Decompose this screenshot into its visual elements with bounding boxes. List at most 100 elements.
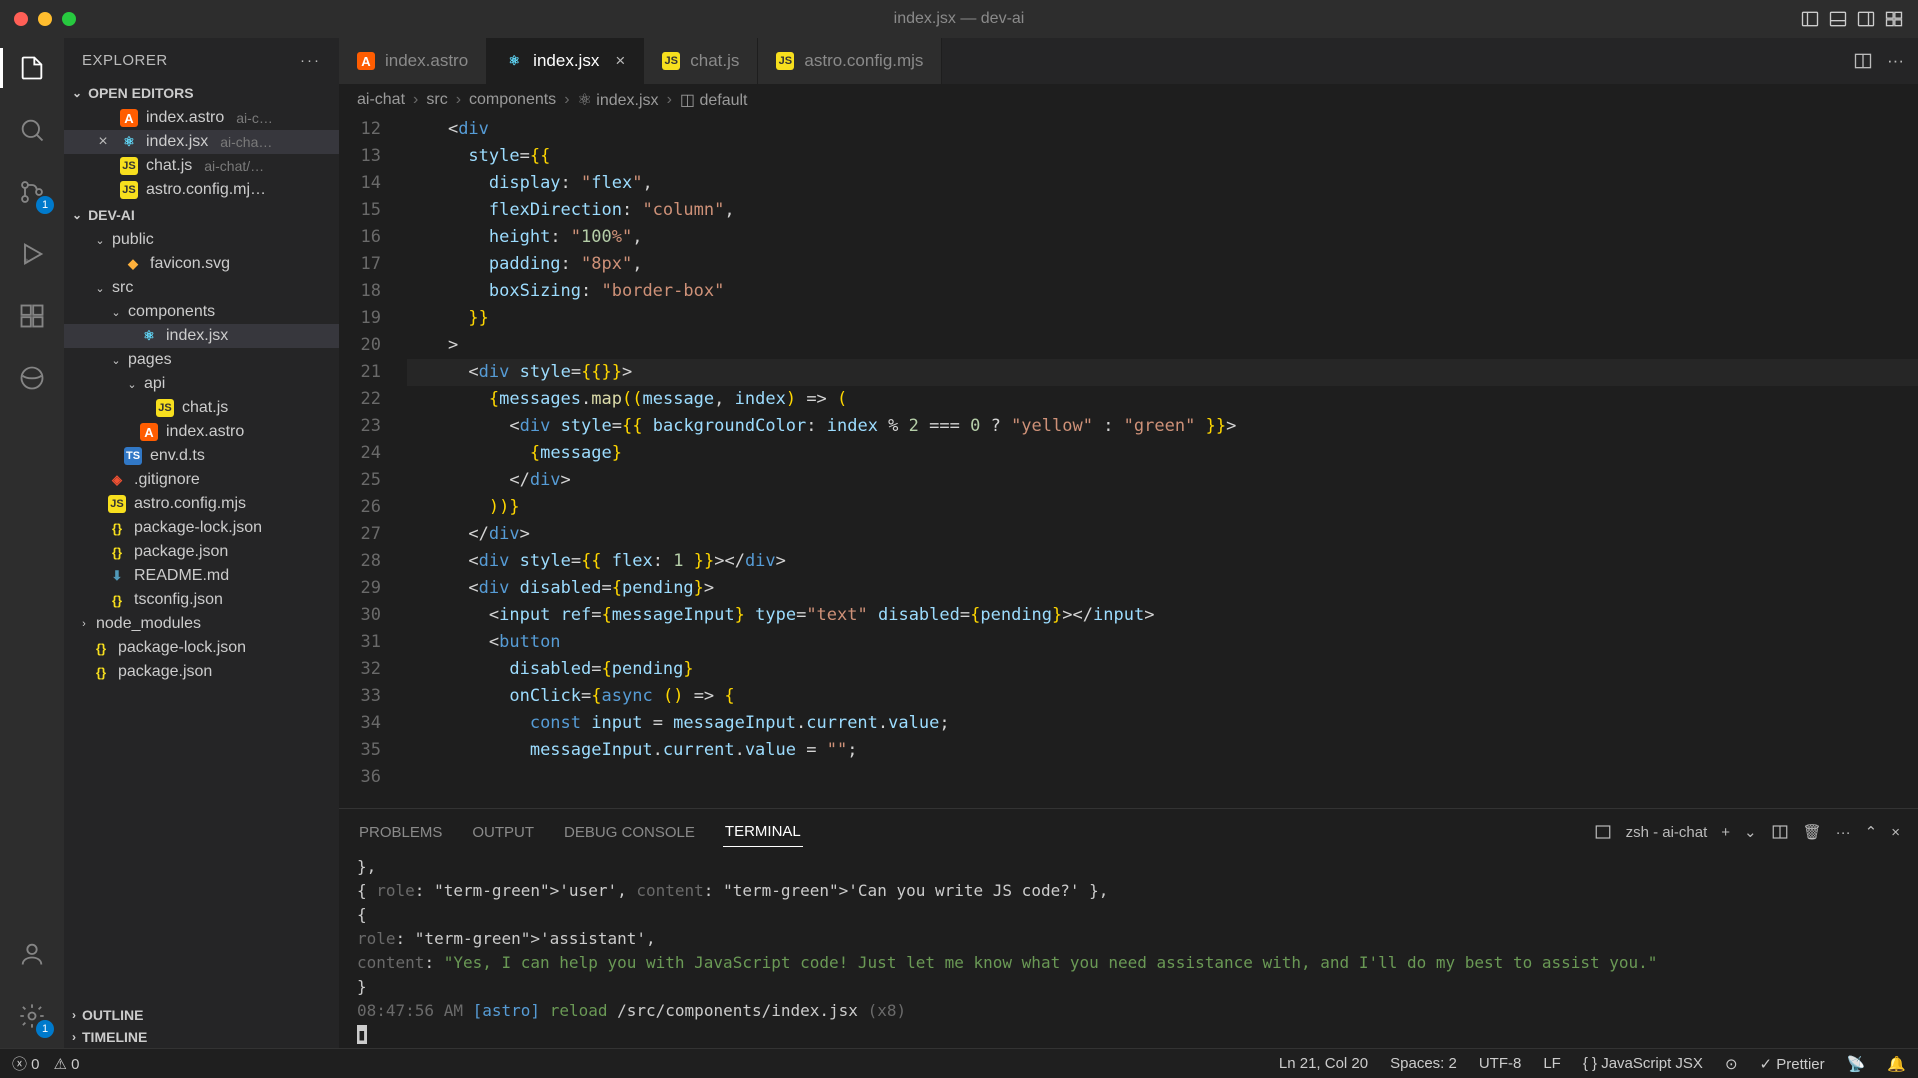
editor-tab[interactable]: JSchat.js (644, 38, 758, 84)
file-name: index.jsx (166, 327, 228, 345)
prettier-status[interactable]: ✓ Prettier (1760, 1055, 1825, 1073)
explorer-more-icon[interactable]: ··· (300, 52, 321, 69)
editor-tabs: Aindex.astro⚛index.jsx×JSchat.jsJSastro.… (339, 38, 1918, 84)
close-icon[interactable]: × (615, 51, 625, 71)
timeline-header[interactable]: › TIMELINE (64, 1026, 339, 1048)
breadcrumb-item[interactable]: ⚛ index.jsx (578, 90, 659, 110)
file-item[interactable]: ◆favicon.svg (64, 252, 339, 276)
editor-tab[interactable]: ⚛index.jsx× (487, 38, 644, 84)
chevron-down-icon[interactable]: ⌄ (1744, 823, 1757, 841)
file-item[interactable]: {}package.json (64, 660, 339, 684)
folder-item[interactable]: ⌄public (64, 228, 339, 252)
bottom-panel: PROBLEMS OUTPUT DEBUG CONSOLE TERMINAL zsh -… (339, 808, 1918, 1048)
minimize-window-icon[interactable] (38, 12, 52, 26)
folder-item[interactable]: ⌄api (64, 372, 339, 396)
close-window-icon[interactable] (14, 12, 28, 26)
folder-name: pages (128, 351, 172, 369)
breadcrumb-item[interactable]: ai-chat (357, 91, 405, 109)
breadcrumb-item[interactable]: components (469, 91, 556, 109)
folder-item[interactable]: ⌄ pages (64, 348, 339, 372)
maximize-panel-icon[interactable]: ⌃ (1865, 823, 1878, 841)
terminal-output[interactable]: }, { role: "term-green">'user', content:… (339, 847, 1918, 1048)
code-content[interactable]: <div style={{ display: "flex", flexDirec… (407, 116, 1918, 808)
file-item[interactable]: Aindex.astro (64, 420, 339, 444)
breadcrumb[interactable]: ai-chat›src›components›⚛ index.jsx›◫ def… (339, 84, 1918, 116)
breadcrumb-item[interactable]: src (426, 91, 447, 109)
layout-controls (1800, 9, 1904, 29)
open-editor-item[interactable]: JSchat.jsai-chat/… (64, 154, 339, 178)
file-item[interactable]: {}package.json (64, 540, 339, 564)
folder-item[interactable]: ⌄components (64, 300, 339, 324)
close-panel-icon[interactable]: × (1891, 824, 1900, 841)
project-header[interactable]: ⌄ DEV-AI (64, 204, 339, 226)
language-status[interactable]: { } JavaScript JSX (1583, 1055, 1703, 1072)
feedback-icon[interactable]: 📡 (1847, 1055, 1866, 1073)
settings-gear-icon[interactable]: 1 (14, 998, 50, 1034)
panel-tab-problems[interactable]: PROBLEMS (357, 818, 444, 847)
indent-status[interactable]: Spaces: 2 (1390, 1055, 1457, 1072)
file-item[interactable]: ⚛index.jsx (64, 324, 339, 348)
customize-layout-icon[interactable] (1884, 9, 1904, 29)
outline-header[interactable]: › OUTLINE (64, 1004, 339, 1026)
shell-label[interactable]: zsh - ai-chat (1626, 824, 1708, 841)
more-icon[interactable]: ··· (1836, 824, 1851, 841)
search-view-icon[interactable] (14, 112, 50, 148)
debug-view-icon[interactable] (14, 236, 50, 272)
file-name: package-lock.json (118, 639, 246, 657)
file-item[interactable]: TSenv.d.ts (64, 444, 339, 468)
bell-icon[interactable]: 🔔 (1887, 1055, 1906, 1073)
open-editor-item[interactable]: Aindex.astroai-c… (64, 106, 339, 130)
maximize-window-icon[interactable] (62, 12, 76, 26)
tab-label: astro.config.mjs (804, 51, 923, 71)
window-controls (14, 12, 76, 26)
new-terminal-icon[interactable]: + (1721, 824, 1730, 841)
file-item[interactable]: {}package-lock.json (64, 636, 339, 660)
file-name: index.astro (166, 423, 244, 441)
file-path: ai-cha… (220, 134, 272, 150)
file-item[interactable]: ◈.gitignore (64, 468, 339, 492)
edge-tools-icon[interactable] (14, 360, 50, 396)
window-title: index.jsx — dev-ai (894, 10, 1025, 28)
folder-item[interactable]: ⌄src (64, 276, 339, 300)
folder-item[interactable]: ›node_modules (64, 612, 339, 636)
open-editors-header[interactable]: ⌄ OPEN EDITORS (64, 82, 339, 104)
editor-tab[interactable]: JSastro.config.mjs (758, 38, 942, 84)
trash-icon[interactable]: 🗑 (1803, 823, 1822, 841)
panel-tab-debug-console[interactable]: DEBUG CONSOLE (562, 818, 697, 847)
breadcrumb-item[interactable]: ◫ default (680, 90, 748, 110)
file-item[interactable]: {}tsconfig.json (64, 588, 339, 612)
file-item[interactable]: ⬇README.md (64, 564, 339, 588)
errors-status[interactable]: ⓧ 0 (12, 1053, 40, 1074)
open-editor-item[interactable]: ×⚛index.jsxai-cha… (64, 130, 339, 154)
extensions-view-icon[interactable] (14, 298, 50, 334)
encoding-status[interactable]: UTF-8 (1479, 1055, 1522, 1072)
copilot-icon[interactable]: ⊙ (1725, 1055, 1738, 1073)
eol-status[interactable]: LF (1543, 1055, 1561, 1072)
toggle-panel-icon[interactable] (1828, 9, 1848, 29)
panel-tab-terminal[interactable]: TERMINAL (723, 817, 803, 847)
editor-tab[interactable]: Aindex.astro (339, 38, 487, 84)
close-icon[interactable]: × (96, 133, 110, 151)
cursor-position[interactable]: Ln 21, Col 20 (1279, 1055, 1368, 1072)
file-name: tsconfig.json (134, 591, 223, 609)
open-editors-list: Aindex.astroai-c…×⚛index.jsxai-cha…JScha… (64, 104, 339, 204)
file-item[interactable]: {}package-lock.json (64, 516, 339, 540)
split-editor-icon[interactable] (1853, 51, 1873, 71)
more-icon[interactable]: ··· (1887, 51, 1904, 71)
toggle-sidebar-icon[interactable] (1800, 9, 1820, 29)
file-name: README.md (134, 567, 229, 585)
warnings-status[interactable]: ⚠ 0 (54, 1055, 80, 1073)
chevron-down-icon: ⌄ (126, 378, 138, 391)
open-editor-item[interactable]: JSastro.config.mj… (64, 178, 339, 202)
accounts-icon[interactable] (14, 936, 50, 972)
file-item[interactable]: JSastro.config.mjs (64, 492, 339, 516)
code-editor[interactable]: 1213141516171819202122232425262728293031… (339, 116, 1918, 808)
explorer-view-icon[interactable] (14, 50, 50, 86)
scm-view-icon[interactable]: 1 (14, 174, 50, 210)
folder-name: src (112, 279, 133, 297)
split-terminal-icon[interactable] (1771, 823, 1789, 841)
toggle-secondary-icon[interactable] (1856, 9, 1876, 29)
panel-tab-output[interactable]: OUTPUT (470, 818, 536, 847)
file-item[interactable]: JSchat.js (64, 396, 339, 420)
chevron-down-icon: ⌄ (110, 354, 122, 367)
